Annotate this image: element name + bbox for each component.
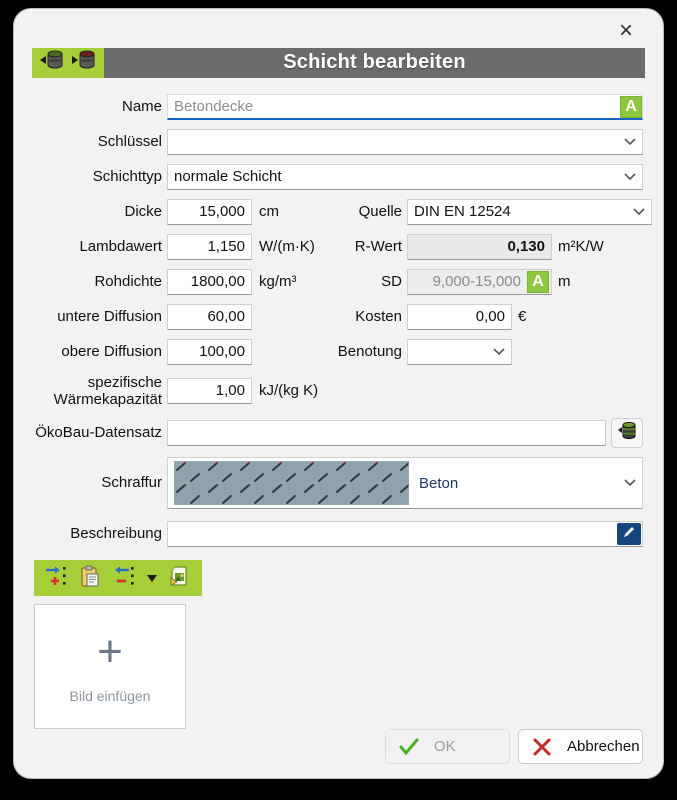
schichttyp-select[interactable]: normale Schicht: [167, 164, 643, 190]
rwert-label: R-Wert: [317, 238, 402, 255]
add-layer-button[interactable]: [42, 564, 70, 592]
dicke-input[interactable]: [167, 199, 252, 225]
kosten-label: Kosten: [317, 308, 402, 325]
dialog-titlebar: Schicht bearbeiten: [32, 48, 645, 77]
image-drop-area[interactable]: + Bild einfügen: [34, 604, 186, 729]
image-placeholder-label: Bild einfügen: [70, 688, 151, 704]
edit-pencil-button[interactable]: [617, 523, 641, 545]
cancel-button[interactable]: Abbrechen: [518, 729, 643, 764]
sd-label: SD: [317, 273, 402, 290]
waermekapazitaet-unit: kJ/(kg K): [257, 382, 312, 399]
schraffur-select[interactable]: Beton: [167, 457, 643, 509]
chevron-down-icon: [633, 208, 645, 216]
chevron-down-icon: [624, 479, 636, 487]
insert-image-icon: [168, 564, 192, 593]
prev-cylinder-icon: [38, 47, 66, 78]
benotung-select[interactable]: [407, 339, 512, 365]
chevron-down-icon: [624, 173, 636, 181]
obere-diffusion-label: obere Diffusion: [34, 343, 162, 360]
chevron-down-icon: [493, 348, 505, 356]
sd-value: 9,000-15,000: [433, 273, 521, 290]
rwert-unit: m²K/W: [552, 238, 604, 255]
untere-diffusion-label: untere Diffusion: [34, 308, 162, 325]
schluessel-label: Schlüssel: [34, 133, 162, 150]
record-nav-box: [32, 48, 104, 77]
kosten-unit: €: [512, 308, 526, 325]
schraffur-value: Beton: [419, 475, 458, 492]
paste-button[interactable]: [76, 564, 104, 592]
rohdichte-unit: kg/m³: [257, 273, 312, 290]
schichttyp-value: normale Schicht: [174, 168, 282, 185]
database-icon: [615, 419, 639, 448]
quelle-label: Quelle: [317, 203, 402, 220]
next-cylinder-icon: [70, 47, 98, 78]
ok-button[interactable]: OK: [385, 729, 510, 764]
clipboard-paste-icon: [78, 564, 102, 593]
quelle-value: DIN EN 12524: [414, 203, 511, 220]
insert-image-button[interactable]: [166, 564, 194, 592]
beschreibung-input[interactable]: [167, 521, 643, 547]
sd-readonly: 9,000-15,000 A: [407, 269, 552, 295]
schluessel-select[interactable]: [167, 129, 643, 155]
page-title: Schicht bearbeiten: [104, 48, 645, 77]
lambdawert-label: Lambdawert: [34, 238, 162, 255]
rohdichte-label: Rohdichte: [34, 273, 162, 290]
prev-record-button[interactable]: [38, 49, 66, 77]
rohdichte-input[interactable]: [167, 269, 252, 295]
pencil-icon: [621, 524, 637, 545]
x-icon: [519, 738, 565, 756]
name-label: Name: [34, 98, 162, 115]
plus-icon: +: [97, 630, 123, 674]
benotung-label: Benotung: [317, 343, 402, 360]
sd-auto-badge[interactable]: A: [527, 271, 549, 293]
ok-label: OK: [432, 738, 509, 755]
lambdawert-unit: W/(m·K): [257, 238, 312, 255]
sd-unit: m: [552, 273, 571, 290]
beschreibung-label: Beschreibung: [34, 525, 162, 542]
lambdawert-input[interactable]: [167, 234, 252, 260]
dicke-label: Dicke: [34, 203, 162, 220]
remove-layer-button[interactable]: [110, 564, 138, 592]
beton-hatch-swatch: [174, 461, 409, 505]
schraffur-label: Schraffur: [34, 474, 162, 491]
dicke-unit: cm: [257, 203, 312, 220]
kosten-input[interactable]: [407, 304, 512, 330]
name-auto-badge[interactable]: A: [620, 96, 642, 118]
screen-background: ×: [0, 0, 677, 800]
chevron-down-icon: [624, 138, 636, 146]
cancel-label: Abbrechen: [565, 738, 642, 755]
obere-diffusion-input[interactable]: [167, 339, 252, 365]
oekobau-input[interactable]: [167, 420, 606, 446]
quelle-select[interactable]: DIN EN 12524: [407, 199, 652, 225]
remove-options-caret[interactable]: [144, 564, 160, 592]
close-icon[interactable]: ×: [609, 16, 643, 46]
schicht-bearbeiten-dialog: ×: [13, 8, 664, 779]
waermekapazitaet-input[interactable]: [167, 378, 252, 404]
schichttyp-label: Schichttyp: [34, 168, 162, 185]
untere-diffusion-input[interactable]: [167, 304, 252, 330]
dropdown-caret-icon: [147, 569, 157, 587]
image-toolbar: [34, 560, 643, 596]
rwert-readonly: 0,130: [407, 234, 552, 260]
name-input[interactable]: [167, 94, 643, 120]
check-icon: [386, 738, 432, 756]
waermekapazitaet-label: spezifische Wärmekapazität: [34, 374, 162, 409]
add-row-icon: [44, 564, 68, 593]
oekobau-label: ÖkoBau-Datensatz: [34, 424, 162, 441]
next-record-button[interactable]: [70, 49, 98, 77]
oekobau-database-button[interactable]: [611, 418, 643, 448]
remove-row-icon: [112, 564, 136, 593]
